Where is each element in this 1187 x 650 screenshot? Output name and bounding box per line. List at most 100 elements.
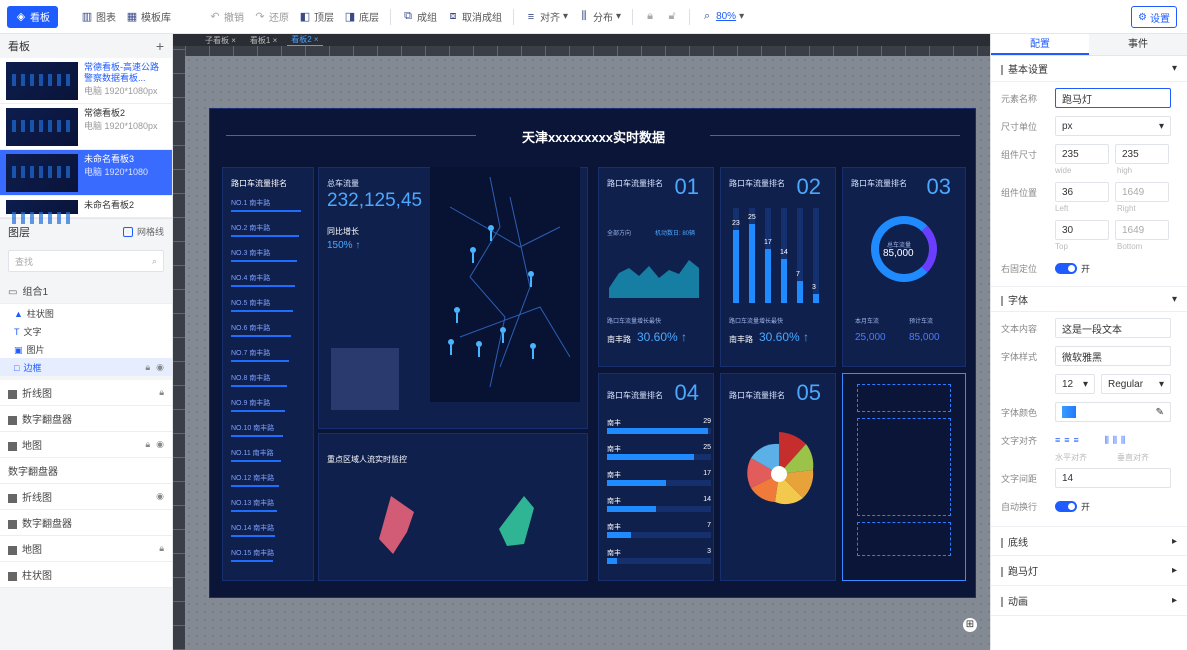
layer-item[interactable]: 数字翻盘器	[0, 510, 172, 536]
map-pin-icon[interactable]	[530, 343, 536, 359]
board-item[interactable]: 常德看板-高速公路警察数据看板... 电脑 1920*1080px	[0, 58, 172, 104]
eye-icon[interactable]: ◉	[156, 439, 164, 450]
distribute-dropdown[interactable]: ⫼ 分布 ▾	[573, 6, 626, 28]
vertical-align-icons[interactable]: ⫼⫼⫼	[1105, 435, 1129, 446]
lock-button[interactable]: 🔒︎	[639, 6, 661, 28]
template-button[interactable]: ▦ 模板库	[121, 6, 176, 28]
group-button[interactable]: ⧉ 成组	[397, 6, 442, 28]
font-size-select[interactable]: 12 ▾	[1055, 374, 1095, 394]
selected-border-widget[interactable]	[842, 373, 966, 581]
layer-item[interactable]: 柱状图	[0, 562, 172, 588]
map-pin-icon[interactable]	[454, 307, 460, 323]
lock-icon[interactable]: 🔒︎	[145, 362, 150, 373]
lock-icon[interactable]: 🔒︎	[145, 439, 150, 450]
panel-02[interactable]: 路口车流量排名 02 23 25 17 14 7 3 路口车流量增长最快 南丰路 30.6…	[720, 167, 836, 367]
hbar-fill	[607, 558, 618, 564]
layer-item[interactable]: 数字翻盘器	[0, 406, 172, 432]
section-border[interactable]: 底线 ▸	[991, 526, 1187, 556]
text-content-input[interactable]: 这是一段文本	[1055, 318, 1171, 338]
horizontal-align-icons[interactable]: ≡≡≡	[1055, 435, 1083, 445]
map-pin-icon[interactable]	[500, 327, 506, 343]
panel-05[interactable]: 路口车流量排名 05	[720, 373, 836, 581]
hbar-row: 南丰 25	[607, 444, 711, 460]
board-button[interactable]: ◈ 看板	[7, 5, 58, 28]
add-board-icon[interactable]: +	[156, 38, 164, 54]
unlock-button[interactable]: 🔓︎	[661, 6, 683, 28]
board-item[interactable]: 未命名看板2	[0, 196, 172, 224]
distribute-icon: ⫼	[581, 10, 587, 22]
hbar-name: 南丰	[607, 498, 621, 505]
send-bottom-button[interactable]: ◨ 底层	[339, 6, 384, 28]
section-marquee[interactable]: 跑马灯 ▸	[991, 556, 1187, 586]
rank-panel[interactable]: 路口车流量排名 NO.1 南丰路 NO.2 南丰路 NO.3 南丰路 NO.4 南丰路…	[222, 167, 314, 581]
settings-button[interactable]: ⚙ 设置	[1131, 6, 1177, 28]
eye-icon[interactable]: ◉	[156, 491, 164, 502]
panel-03[interactable]: 路口车流量排名 03 总车流量 85,000 本月车流 25,000 预计车流 …	[842, 167, 966, 367]
layer-item[interactable]: 数字翻盘器	[0, 458, 172, 484]
grid-checkbox[interactable]: 网格线	[122, 225, 164, 238]
eye-icon[interactable]: ◉	[156, 362, 164, 373]
hbar-fill	[607, 454, 694, 460]
redo-button[interactable]: ↷ 还原	[249, 6, 294, 28]
chart-button[interactable]: ▥ 图表	[76, 6, 121, 28]
dashboard-preview[interactable]: 天津xxxxxxxxx实时数据 路口车流量排名 NO.1 南丰路 NO.2 南丰路…	[209, 108, 976, 598]
layer-group[interactable]: ▭ 组合1	[0, 278, 172, 304]
tab-sub-board[interactable]: 子看板 ×	[201, 35, 240, 46]
fit-screen-icon[interactable]: ⊞	[963, 618, 977, 632]
layer-item[interactable]: 折线图 ◉	[0, 484, 172, 510]
layer-item[interactable]: ▣ 图片	[0, 340, 172, 358]
section-basic[interactable]: 基本设置 ▾	[991, 56, 1187, 82]
left-input[interactable]: 36	[1055, 182, 1109, 202]
bottom-input[interactable]: 1649	[1115, 220, 1169, 240]
lock-icon[interactable]: 🔒︎	[159, 387, 164, 398]
font-family-select[interactable]: 微软雅黑	[1055, 346, 1171, 366]
toolbar: ◈ 看板 ▥ 图表 ▦ 模板库 ↶ 撤销 ↷ 还原 ◧ 顶层 ◨ 底层 ⧉ 成组 ⧈ 取消成组 ≡…	[0, 0, 1187, 34]
wrap-toggle[interactable]	[1055, 500, 1077, 512]
bring-top-button[interactable]: ◧ 顶层	[294, 6, 339, 28]
rank-row: NO.14 南丰路	[231, 525, 275, 532]
element-name-input[interactable]: 跑马灯	[1055, 88, 1171, 108]
board-item[interactable]: 常德看板2 电脑 1920*1080px	[0, 104, 172, 150]
radar-panel[interactable]: 重点区域人流实时监控	[318, 433, 588, 581]
section-animation[interactable]: 动画 ▸	[991, 586, 1187, 616]
map-pin-icon[interactable]	[528, 271, 534, 287]
eyedropper-icon[interactable]: ✎	[1156, 407, 1164, 418]
map-pin-icon[interactable]	[448, 339, 454, 355]
layer-search-input[interactable]: 查找 ⌕	[8, 250, 164, 272]
tab-board2[interactable]: 看板2 ×	[287, 34, 323, 46]
height-input[interactable]: 235	[1115, 144, 1169, 164]
align-dropdown[interactable]: ≡ 对齐 ▾	[520, 6, 573, 28]
map-pin-icon[interactable]	[476, 341, 482, 357]
letter-spacing-input[interactable]: 14	[1055, 468, 1171, 488]
layer-item-selected[interactable]: □ 边框 🔒︎ ◉	[0, 358, 172, 376]
panel-01[interactable]: 路口车流量排名 01 全部方向 机动数日: 80辆 路口车流量增长最快 南丰路 …	[598, 167, 714, 367]
section-font[interactable]: 字体 ▾	[991, 286, 1187, 312]
undo-button[interactable]: ↶ 撤销	[204, 6, 249, 28]
top-input[interactable]: 30	[1055, 220, 1109, 240]
tab-board1[interactable]: 看板1 ×	[246, 35, 281, 46]
font-weight-select[interactable]: Regular ▾	[1101, 374, 1171, 394]
width-input[interactable]: 235	[1055, 144, 1109, 164]
layer-item[interactable]: 地图 🔒︎ ◉	[0, 432, 172, 458]
chevron-down-icon: ▾	[1082, 378, 1088, 390]
unit-select[interactable]: px ▾	[1055, 116, 1171, 136]
ungroup-button[interactable]: ⧈ 取消成组	[442, 6, 507, 28]
canvas-stage[interactable]: 天津xxxxxxxxx实时数据 路口车流量排名 NO.1 南丰路 NO.2 南丰路…	[185, 56, 990, 650]
tab-events[interactable]: 事件	[1089, 34, 1187, 55]
layer-item[interactable]: T 文字	[0, 322, 172, 340]
board-item-selected[interactable]: 未命名看板3 电脑 1920*1080	[0, 150, 172, 196]
anchor-toggle[interactable]	[1055, 262, 1077, 274]
tab-config[interactable]: 配置	[991, 34, 1089, 55]
map-widget[interactable]	[430, 167, 580, 402]
font-color-picker[interactable]: ✎	[1055, 402, 1171, 422]
bar-fill	[749, 223, 755, 303]
panel-04[interactable]: 路口车流量排名 04 南丰 29 南丰 25 南丰 17 南丰 14 南丰 7 南丰 3	[598, 373, 714, 581]
zoom-dropdown[interactable]: ⌕ 80% ▾	[696, 6, 749, 28]
layer-item[interactable]: ▲ 柱状图	[0, 304, 172, 322]
right-input[interactable]: 1649	[1115, 182, 1169, 202]
layer-item[interactable]: 地图 🔒︎	[0, 536, 172, 562]
lock-icon[interactable]: 🔒︎	[159, 543, 164, 554]
map-pin-icon[interactable]	[470, 247, 476, 263]
layer-item[interactable]: 折线图 🔒︎	[0, 380, 172, 406]
map-pin-icon[interactable]	[488, 225, 494, 241]
